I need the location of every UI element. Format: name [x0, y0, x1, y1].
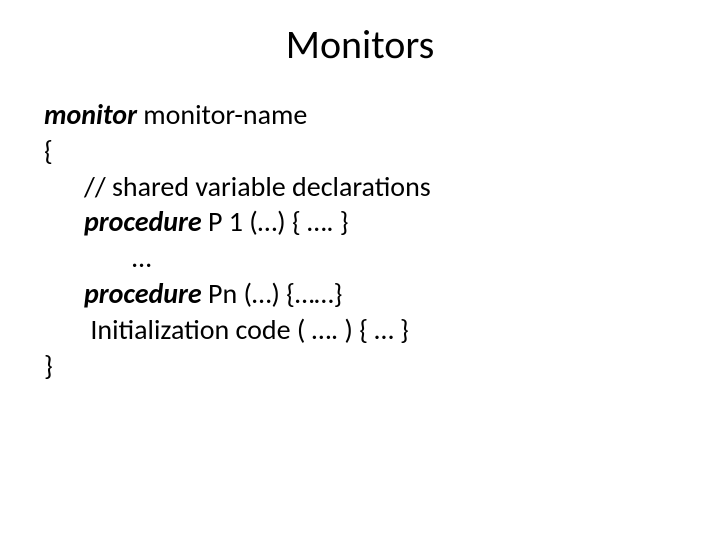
code-line-7: Initialization code ( …. ) { … } [44, 312, 676, 348]
text-monitor-name: monitor-name [137, 97, 307, 132]
text-pn: Pn (…) {……} [202, 276, 343, 311]
code-block: monitor monitor-name { // shared variabl… [0, 97, 720, 384]
code-line-8: } [44, 348, 676, 384]
keyword-monitor: monitor [44, 97, 137, 132]
slide-title: Monitors [0, 0, 720, 97]
code-line-1: monitor monitor-name [44, 97, 676, 133]
keyword-procedure-n: procedure [84, 276, 202, 311]
code-line-3: // shared variable declarations [44, 169, 676, 205]
code-line-6: procedure Pn (…) {……} [44, 276, 676, 312]
keyword-procedure-1: procedure [84, 204, 202, 239]
slide: Monitors monitor monitor-name { // share… [0, 0, 720, 540]
code-line-4: procedure P 1 (…) { …. } [44, 204, 676, 240]
text-p1: P 1 (…) { …. } [202, 204, 349, 239]
code-line-2: { [44, 133, 676, 169]
code-line-5: … [44, 240, 676, 276]
